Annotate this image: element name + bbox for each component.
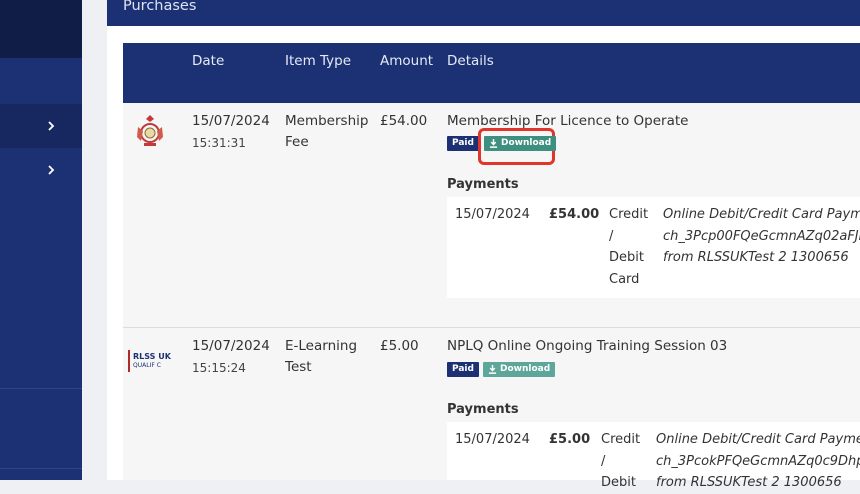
table-row: 15/07/2024 15:31:31 Membership Fee £54.0… xyxy=(123,103,860,327)
row-item-type: Fee xyxy=(285,134,309,150)
payments-label: Payments xyxy=(447,177,519,192)
row-item-type: E-Learning xyxy=(285,338,358,354)
payment-amount: £5.00 xyxy=(549,432,591,447)
sidebar-item[interactable] xyxy=(0,148,82,192)
paid-badge: Paid xyxy=(447,362,479,377)
table-row: RLSS UK QUALIF C 15/07/2024 15:15:24 E-L… xyxy=(123,328,860,490)
row-time: 15:31:31 xyxy=(192,136,246,150)
sidebar-top xyxy=(0,0,82,58)
table-header: Date Item Type Amount Details xyxy=(123,43,860,103)
row-item-type: Test xyxy=(285,359,312,375)
download-button[interactable]: Download xyxy=(483,362,556,377)
payment-detail: Online Debit/Credit Card Paymen ch_3Pcp0… xyxy=(663,207,860,265)
row-details-title: NPLQ Online Ongoing Training Session 03 xyxy=(447,338,728,354)
row-amount: £5.00 xyxy=(380,338,419,354)
header-date: Date xyxy=(192,53,225,69)
purchases-panel: Purchases Date Item Type Amount Details … xyxy=(107,0,860,490)
panel-title: Purchases xyxy=(123,0,197,14)
chevron-right-icon xyxy=(48,121,55,131)
chevron-right-icon xyxy=(48,165,55,175)
payment-detail: Online Debit/Credit Card Payment ch_3Pco… xyxy=(656,432,860,490)
header-item-type: Item Type xyxy=(285,53,352,69)
row-time: 15:15:24 xyxy=(192,361,246,375)
rlss-logo: RLSS UK QUALIF C xyxy=(128,348,172,376)
header-amount: Amount xyxy=(380,53,434,69)
row-date: 15/07/2024 xyxy=(192,113,270,129)
download-icon xyxy=(488,365,497,374)
download-button[interactable]: Download xyxy=(484,136,557,151)
row-item-type: Membership xyxy=(285,113,369,129)
header-details: Details xyxy=(447,53,494,69)
sidebar-divider xyxy=(0,388,82,389)
payment-record: 15/07/2024 £54.00 Credit / Debit Card On… xyxy=(447,197,860,298)
crest-logo xyxy=(137,115,163,146)
payment-record: 15/07/2024 £5.00 Credit / Debit Online D… xyxy=(447,422,860,490)
download-icon xyxy=(489,139,498,148)
payment-method: Credit / Debit xyxy=(601,432,641,490)
payment-method: Credit / Debit Card xyxy=(609,207,649,287)
sidebar xyxy=(0,0,82,480)
payments-label: Payments xyxy=(447,402,519,417)
row-amount: £54.00 xyxy=(380,113,428,129)
sidebar-divider xyxy=(0,468,82,469)
payment-date: 15/07/2024 xyxy=(455,432,530,447)
payment-amount: £54.00 xyxy=(549,207,600,222)
paid-badge: Paid xyxy=(447,136,479,151)
panel-header: Purchases xyxy=(107,0,860,26)
sidebar-item-active[interactable] xyxy=(0,104,82,148)
payment-date: 15/07/2024 xyxy=(455,207,530,222)
row-date: 15/07/2024 xyxy=(192,338,270,354)
